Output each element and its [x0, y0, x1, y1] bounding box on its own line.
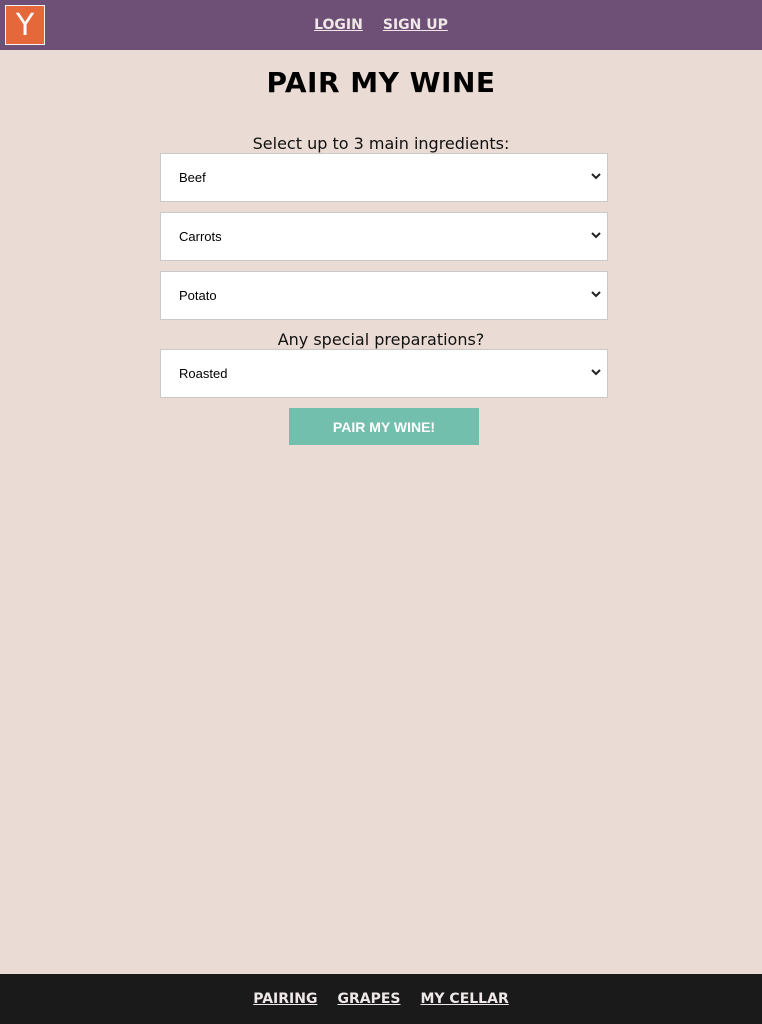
- ingredient-select-1-value: Beef: [179, 170, 206, 185]
- top-nav: LOGIN SIGN UP: [0, 0, 762, 50]
- ingredient-select-1[interactable]: Beef: [160, 153, 608, 202]
- signup-link[interactable]: SIGN UP: [383, 17, 448, 33]
- ingredient-select-3[interactable]: Potato: [160, 271, 608, 320]
- preparation-label: Any special preparations?: [277, 330, 485, 349]
- ingredient-select-3-value: Potato: [179, 288, 217, 303]
- nav-pairing-link[interactable]: PAIRING: [253, 991, 317, 1007]
- bottom-navbar: PAIRING GRAPES MY CELLAR: [0, 974, 762, 1024]
- chevron-down-icon: [591, 173, 601, 180]
- chevron-down-icon: [591, 291, 601, 298]
- nav-my-cellar-link[interactable]: MY CELLAR: [420, 991, 508, 1007]
- ingredient-select-2[interactable]: Carrots: [160, 212, 608, 261]
- ingredient-select-2-value: Carrots: [179, 229, 222, 244]
- chevron-down-icon: [591, 369, 601, 376]
- ingredients-label: Select up to 3 main ingredients:: [252, 134, 510, 153]
- preparation-select[interactable]: Roasted: [160, 349, 608, 398]
- chevron-down-icon: [591, 232, 601, 239]
- pair-my-wine-button[interactable]: PAIR MY WINE!: [289, 408, 479, 445]
- bottom-nav: PAIRING GRAPES MY CELLAR: [0, 974, 762, 1024]
- login-link[interactable]: LOGIN: [314, 17, 363, 33]
- top-navbar: Y LOGIN SIGN UP: [0, 0, 762, 50]
- nav-grapes-link[interactable]: GRAPES: [337, 991, 400, 1007]
- preparation-select-value: Roasted: [179, 366, 228, 381]
- page-title: PAIR MY WINE: [266, 66, 496, 99]
